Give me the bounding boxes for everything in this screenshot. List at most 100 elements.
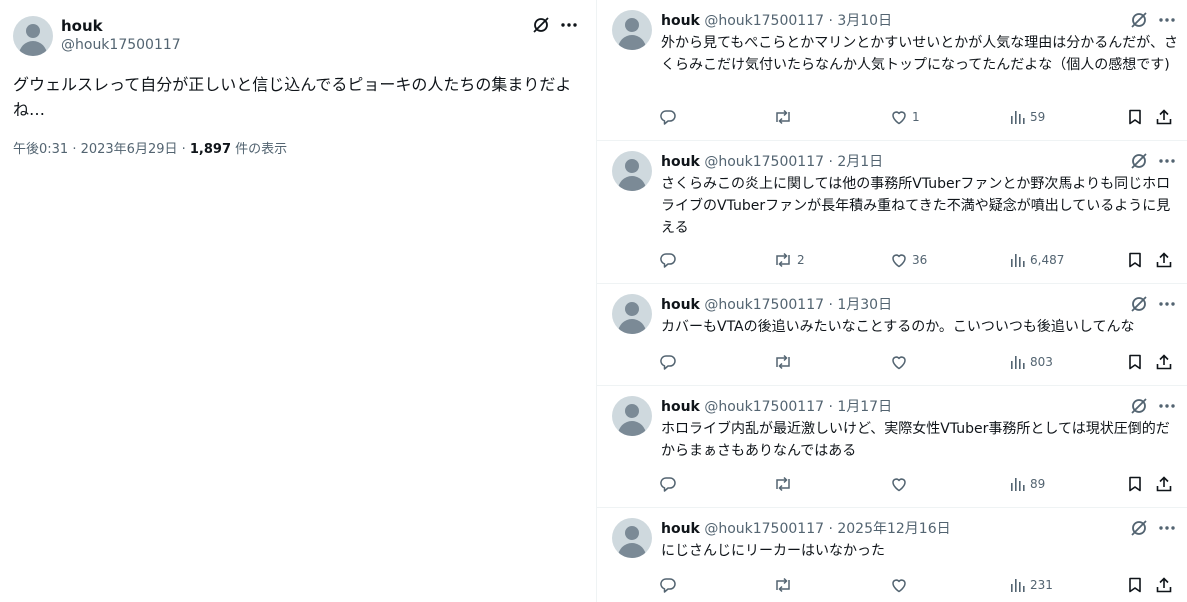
reply-button[interactable] — [659, 108, 681, 126]
share-icon — [1155, 475, 1173, 493]
avatar[interactable] — [612, 151, 652, 191]
reply-item[interactable]: houk @houk17500117 · 1月17日 ホロライブ内乱が最近激しい… — [597, 386, 1187, 508]
retweet-button[interactable] — [773, 475, 797, 493]
more-options-icon[interactable] — [1158, 525, 1176, 531]
heart-icon — [890, 475, 908, 493]
reply-meta[interactable]: @houk17500117 · 1月30日 — [704, 297, 892, 313]
retweet-icon — [773, 251, 793, 269]
author-handle[interactable]: @houk17500117 — [61, 35, 181, 55]
view-count: 89 — [1030, 477, 1046, 491]
reply-author-name[interactable]: houk — [661, 13, 700, 29]
more-options-icon[interactable] — [1158, 403, 1176, 409]
views-button[interactable]: 231 — [1008, 576, 1053, 594]
views-button[interactable]: 803 — [1008, 353, 1053, 371]
share-button[interactable] — [1155, 353, 1173, 371]
more-options-icon[interactable] — [560, 22, 578, 28]
retweet-icon — [773, 576, 793, 594]
more-options-icon[interactable] — [1158, 158, 1176, 164]
reply-author-name[interactable]: houk — [661, 297, 700, 313]
avatar[interactable] — [612, 518, 652, 558]
more-options-icon[interactable] — [1158, 301, 1176, 307]
more-options-icon[interactable] — [1158, 17, 1176, 23]
reply-header: houk @houk17500117 · 1月30日 — [661, 295, 892, 315]
like-button[interactable]: 36 — [890, 251, 927, 269]
bookmark-button[interactable] — [1126, 353, 1144, 371]
reply-item[interactable]: houk @houk17500117 · 1月30日 カバーもVTAの後追いみた… — [597, 284, 1187, 386]
bookmark-button[interactable] — [1126, 251, 1144, 269]
author-name[interactable]: houk — [61, 17, 181, 35]
reply-author-name[interactable]: houk — [661, 154, 700, 170]
retweet-button[interactable]: 2 — [773, 251, 805, 269]
reply-header: houk @houk17500117 · 1月17日 — [661, 397, 892, 417]
view-count: 1,897 — [189, 142, 232, 157]
retweet-icon — [773, 475, 793, 493]
grok-icon[interactable] — [1130, 397, 1148, 415]
reply-author-name[interactable]: houk — [661, 521, 700, 537]
reply-meta[interactable]: @houk17500117 · 1月17日 — [704, 399, 892, 415]
bookmark-button[interactable] — [1126, 576, 1144, 594]
heart-icon — [890, 251, 908, 269]
timestamp[interactable]: 午後0:31 · 2023年6月29日 · — [13, 142, 190, 157]
reply-item[interactable]: houk @houk17500117 · 3月10日 外から見てもぺこらとかマリ… — [597, 0, 1187, 141]
avatar[interactable] — [13, 16, 53, 56]
main-tweet: houk @houk17500117 グウェルスレって自分が正しいと信じ込んでる… — [0, 0, 596, 602]
like-button[interactable] — [890, 353, 912, 371]
bookmark-button[interactable] — [1126, 108, 1144, 126]
views-button[interactable]: 59 — [1008, 108, 1045, 126]
reply-meta[interactable]: @houk17500117 · 3月10日 — [704, 13, 892, 29]
view-count: 59 — [1030, 110, 1046, 124]
grok-icon[interactable] — [1130, 11, 1148, 29]
reply-list: houk @houk17500117 · 3月10日 外から見てもぺこらとかマリ… — [596, 0, 1187, 602]
share-button[interactable] — [1155, 576, 1173, 594]
retweet-button[interactable] — [773, 108, 797, 126]
reply-meta[interactable]: @houk17500117 · 2月1日 — [704, 154, 883, 170]
views-button[interactable]: 89 — [1008, 475, 1045, 493]
retweet-button[interactable] — [773, 576, 797, 594]
reply-icon — [659, 475, 677, 493]
reply-icon — [659, 576, 677, 594]
reply-button[interactable] — [659, 353, 681, 371]
reply-button[interactable] — [659, 475, 681, 493]
reply-text: ホロライブ内乱が最近激しいけど、実際女性VTuber事務所としては現状圧倒的だか… — [661, 421, 1170, 459]
share-icon — [1155, 576, 1173, 594]
reply-author-name[interactable]: houk — [661, 399, 700, 415]
reply-button[interactable] — [659, 576, 681, 594]
reply-button[interactable] — [659, 251, 681, 269]
share-icon — [1155, 108, 1173, 126]
reply-icon — [659, 353, 677, 371]
analytics-icon — [1008, 251, 1026, 269]
share-button[interactable] — [1155, 251, 1173, 269]
reply-item[interactable]: houk @houk17500117 · 2月1日 さくらみこの炎上に関しては他… — [597, 141, 1187, 284]
bookmark-icon — [1126, 576, 1144, 594]
analytics-icon — [1008, 475, 1026, 493]
reply-item[interactable]: houk @houk17500117 · 2025年12月16日 にじさんじにリ… — [597, 508, 1187, 602]
action-bar: 1 59 — [659, 108, 1181, 128]
like-button[interactable]: 1 — [890, 108, 920, 126]
view-count: 6,487 — [1030, 253, 1065, 267]
share-button[interactable] — [1155, 475, 1173, 493]
like-button[interactable] — [890, 576, 912, 594]
retweet-button[interactable] — [773, 353, 797, 371]
reply-text: にじさんじにリーカーはいなかった — [661, 543, 885, 559]
reply-icon — [659, 108, 677, 126]
reply-icon — [659, 251, 677, 269]
reply-meta[interactable]: @houk17500117 · 2025年12月16日 — [704, 521, 950, 537]
grok-icon[interactable] — [1130, 519, 1148, 537]
avatar[interactable] — [612, 396, 652, 436]
grok-icon[interactable] — [1130, 152, 1148, 170]
heart-icon — [890, 108, 908, 126]
share-button[interactable] — [1155, 108, 1173, 126]
like-count: 36 — [912, 253, 928, 267]
action-bar: 89 — [659, 475, 1181, 495]
like-count: 1 — [912, 110, 920, 124]
like-button[interactable] — [890, 475, 912, 493]
grok-icon[interactable] — [532, 16, 550, 34]
avatar[interactable] — [612, 10, 652, 50]
bookmark-button[interactable] — [1126, 475, 1144, 493]
main-tweet-header: houk @houk17500117 — [13, 16, 181, 56]
reply-header: houk @houk17500117 · 2025年12月16日 — [661, 519, 951, 539]
views-button[interactable]: 6,487 — [1008, 251, 1064, 269]
grok-icon[interactable] — [1130, 295, 1148, 313]
retweet-icon — [773, 353, 793, 371]
avatar[interactable] — [612, 294, 652, 334]
